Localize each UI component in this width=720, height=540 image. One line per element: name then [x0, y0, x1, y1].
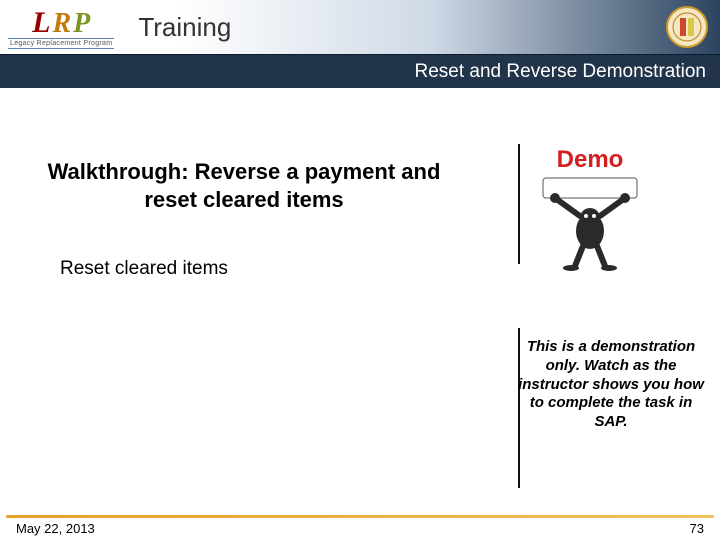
footer-date: May 22, 2013 [16, 521, 95, 536]
demo-note: This is a demonstration only. Watch as t… [516, 338, 706, 432]
content: Walkthrough: Reverse a payment and reset… [0, 88, 720, 508]
demo-figure: Demo [530, 146, 650, 271]
logo-tagline: Legacy Replacement Program [8, 38, 114, 49]
subhead: Reset cleared items [60, 258, 228, 280]
logo-letter-r: R [52, 8, 71, 40]
demo-figure-icon [535, 176, 645, 271]
lrp-logo: L R P Legacy Replacement Program [8, 6, 114, 49]
footer-page: 73 [690, 521, 704, 536]
demo-label: Demo [530, 146, 650, 174]
divider-top [518, 144, 520, 264]
logo-letter-p: P [73, 8, 90, 40]
subheader-title: Reset and Reverse Demonstration [415, 61, 706, 83]
walkthrough-title: Walkthrough: Reverse a payment and reset… [34, 158, 454, 213]
header: L R P Legacy Replacement Program Trainin… [0, 0, 720, 54]
logo-letter-l: L [32, 6, 50, 40]
section-title: Training [138, 12, 231, 43]
footer: May 22, 2013 73 [0, 508, 720, 540]
seal-icon [666, 6, 708, 48]
logo-block: L R P Legacy Replacement Program [0, 6, 114, 49]
subheader: Reset and Reverse Demonstration [0, 54, 720, 88]
